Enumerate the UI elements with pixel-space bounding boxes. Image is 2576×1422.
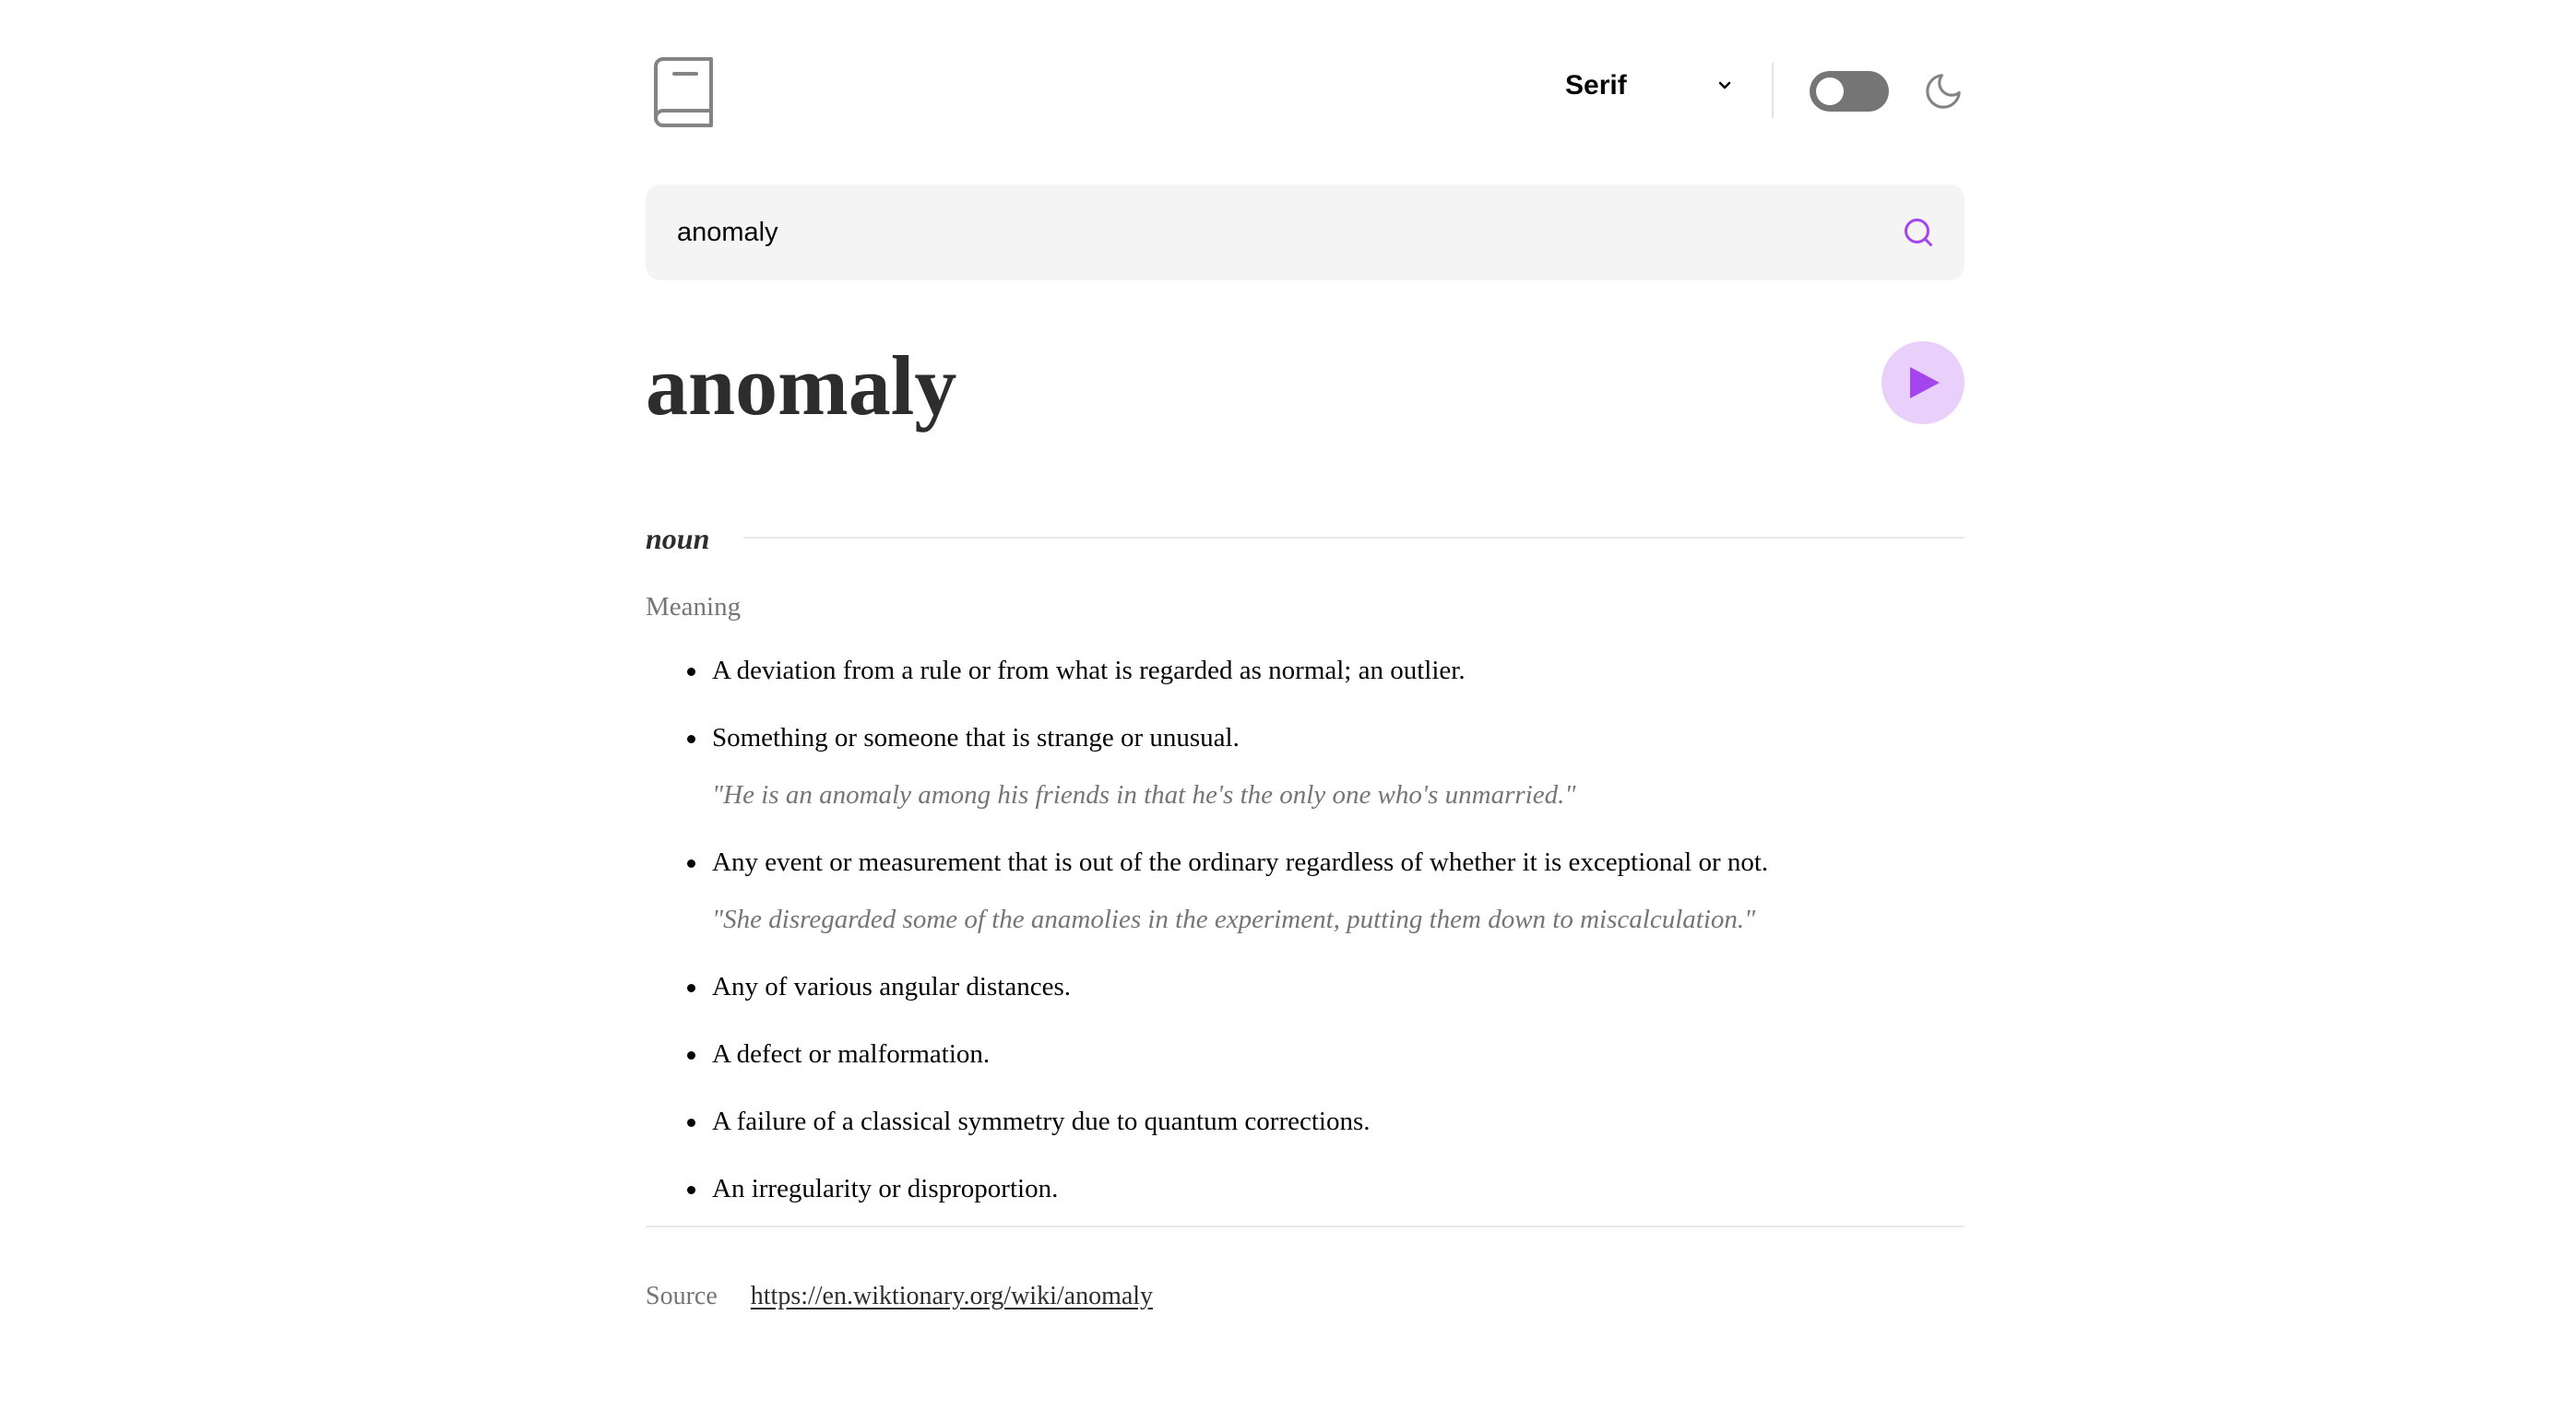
play-icon: [1910, 367, 1940, 398]
moon-icon[interactable]: [1922, 70, 1965, 113]
bullet: [687, 859, 695, 868]
footer-divider: [646, 1226, 1965, 1227]
header-divider: [1772, 63, 1774, 118]
part-of-speech-row: noun: [646, 518, 1965, 559]
definition-text: Something or someone that is strange or …: [712, 723, 1240, 752]
definition-example: "He is an anomaly among his friends in t…: [712, 780, 1576, 810]
definition-item: Something or someone that is strange or …: [646, 718, 1965, 814]
bullet: [687, 1051, 695, 1060]
theme-toggle[interactable]: [1810, 71, 1889, 112]
source-row: Source https://en.wiktionary.org/wiki/an…: [646, 1278, 1153, 1315]
definition-item: An irregularity or disproportion.: [646, 1169, 1965, 1208]
chevron-down-icon: [1718, 81, 1731, 89]
meaning-heading: Meaning: [646, 592, 742, 622]
search-input[interactable]: [677, 184, 1876, 280]
bullet: [687, 1186, 695, 1194]
play-audio-button[interactable]: [1882, 341, 1965, 424]
definition-example: "She disregarded some of the anamolies i…: [712, 905, 1756, 934]
font-family-select[interactable]: Serif: [1565, 66, 1736, 105]
definition-item: Any of various angular distances.: [646, 967, 1965, 1006]
search-bar: [646, 184, 1965, 280]
definition-text: Any of various angular distances.: [712, 972, 1071, 1001]
search-icon[interactable]: [1902, 216, 1935, 249]
definition-list: A deviation from a rule or from what is …: [646, 651, 1965, 1237]
header: Serif: [646, 53, 1965, 127]
divider: [743, 537, 1965, 539]
definition-item: A deviation from a rule or from what is …: [646, 651, 1965, 690]
definition-item: A failure of a classical symmetry due to…: [646, 1102, 1965, 1141]
font-select-value: Serif: [1565, 70, 1627, 101]
definition-text: A deviation from a rule or from what is …: [712, 656, 1466, 685]
book-icon[interactable]: [649, 57, 721, 127]
definition-text: A failure of a classical symmetry due to…: [712, 1107, 1371, 1136]
bullet: [687, 984, 695, 992]
word-title: anomaly: [646, 338, 957, 433]
bullet: [687, 668, 695, 676]
bullet: [687, 1119, 695, 1127]
definition-text: A defect or malformation.: [712, 1039, 991, 1069]
definition-text: Any event or measurement that is out of …: [712, 847, 1769, 877]
toggle-knob: [1816, 77, 1844, 105]
definition-item: A defect or malformation.: [646, 1035, 1965, 1073]
part-of-speech: noun: [646, 522, 710, 555]
definition-text: An irregularity or disproportion.: [712, 1174, 1059, 1203]
definition-item: Any event or measurement that is out of …: [646, 843, 1965, 939]
bullet: [687, 735, 695, 743]
source-label: Source: [646, 1282, 718, 1310]
source-link[interactable]: https://en.wiktionary.org/wiki/anomaly: [751, 1282, 1153, 1311]
